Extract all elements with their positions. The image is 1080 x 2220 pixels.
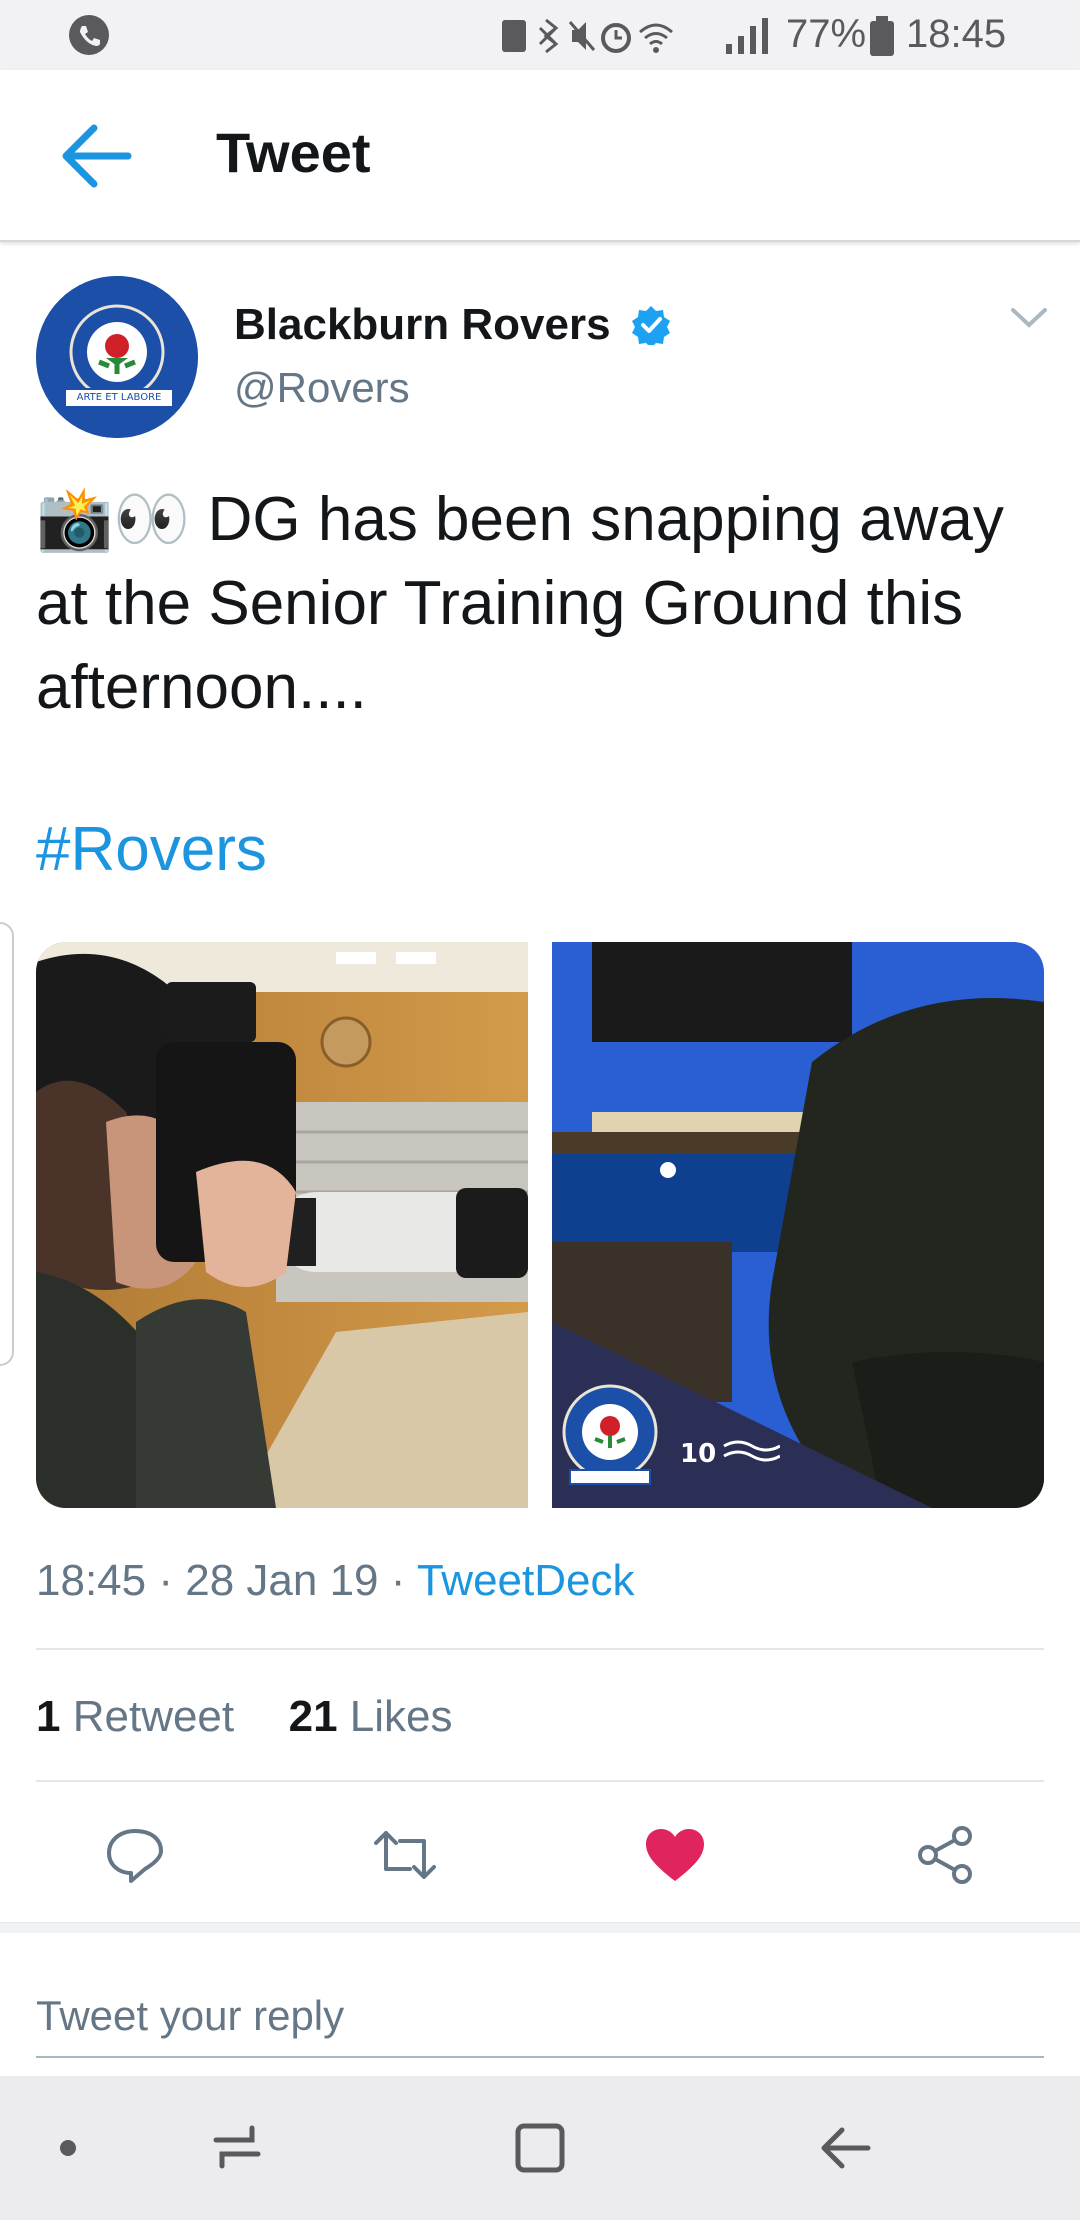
status-bar: 77% 18:45 xyxy=(0,0,1080,70)
tweet-date: 28 Jan 19 xyxy=(185,1556,379,1605)
chevron-down-icon[interactable] xyxy=(1010,306,1048,330)
status-icons xyxy=(502,18,673,54)
author-name[interactable]: Blackburn Rovers xyxy=(234,300,671,350)
status-time: 18:45 xyxy=(906,12,1007,56)
back-arrow-icon xyxy=(821,2127,871,2169)
avatar[interactable]: ARTE ET LABORE xyxy=(36,276,198,438)
recent-apps-icon xyxy=(213,2125,261,2169)
retweets-count: 1 xyxy=(36,1692,61,1741)
tweet-meta: 18:45 · 28 Jan 19 · TweetDeck xyxy=(36,1556,634,1606)
author-handle[interactable]: @Rovers xyxy=(234,364,410,412)
tweet-stats: 1 Retweet 21 Likes xyxy=(36,1692,453,1742)
crest-motto: ARTE ET LABORE xyxy=(64,388,174,408)
tweet-text: 📸👀 DG has been snapping away at the Seni… xyxy=(36,478,1046,730)
reply-underline xyxy=(36,2056,1044,2058)
meta-separator: · xyxy=(390,1556,417,1605)
phone-call-icon xyxy=(69,15,109,55)
club-crest-icon xyxy=(36,276,198,438)
arrow-left-icon[interactable] xyxy=(58,118,138,194)
reply-input[interactable] xyxy=(36,1980,1044,2052)
back-button[interactable] xyxy=(796,2100,892,2196)
share-icon xyxy=(918,1826,972,1884)
tweet-source-link[interactable]: TweetDeck xyxy=(417,1556,635,1605)
system-nav-bar xyxy=(0,2076,1080,2220)
author-name-text: Blackburn Rovers xyxy=(234,300,611,349)
app-bar: Tweet xyxy=(0,70,1080,242)
club-crest-icon xyxy=(562,1384,658,1485)
likes-label: Likes xyxy=(349,1692,453,1741)
retweets-label: Retweet xyxy=(72,1692,235,1741)
svg-text:10: 10 xyxy=(680,1439,716,1466)
page-title: Tweet xyxy=(216,121,371,184)
retweets-stat[interactable]: 1 Retweet xyxy=(36,1692,234,1741)
battery-icon xyxy=(870,16,894,56)
retweet-icon xyxy=(374,1831,436,1879)
divider xyxy=(36,1780,1044,1782)
tweet-photo-1[interactable] xyxy=(36,942,528,1508)
share-button[interactable] xyxy=(900,1810,990,1900)
home-button[interactable] xyxy=(492,2100,588,2196)
photographer-image xyxy=(36,942,528,1508)
likes-stat[interactable]: 21 Likes xyxy=(289,1692,453,1741)
home-icon xyxy=(515,2123,565,2173)
hashtag-link[interactable]: #Rovers xyxy=(36,814,267,885)
tweet-emoji: 📸👀 xyxy=(36,485,191,554)
dot-icon xyxy=(60,2140,76,2156)
meta-separator: · xyxy=(158,1556,186,1605)
section-divider xyxy=(0,1922,1080,1933)
signal-icon xyxy=(726,18,768,54)
tweet-photo-2[interactable]: 10 xyxy=(552,942,1044,1508)
edge-panel-handle[interactable] xyxy=(0,922,14,1366)
like-button[interactable] xyxy=(630,1810,720,1900)
verified-badge-icon xyxy=(631,306,670,348)
retweet-button[interactable] xyxy=(360,1810,450,1900)
reply-button[interactable] xyxy=(90,1810,180,1900)
recent-apps-button[interactable] xyxy=(190,2100,286,2196)
tweet-time: 18:45 xyxy=(36,1556,147,1605)
reply-icon xyxy=(107,1829,163,1883)
battery-percent: 77% xyxy=(786,12,867,56)
heart-icon xyxy=(646,1829,704,1881)
divider xyxy=(36,1648,1044,1650)
nav-dot-button[interactable] xyxy=(20,2100,116,2196)
sponsor-logo-icon: 10 xyxy=(680,1439,780,1466)
likes-count: 21 xyxy=(288,1692,338,1741)
